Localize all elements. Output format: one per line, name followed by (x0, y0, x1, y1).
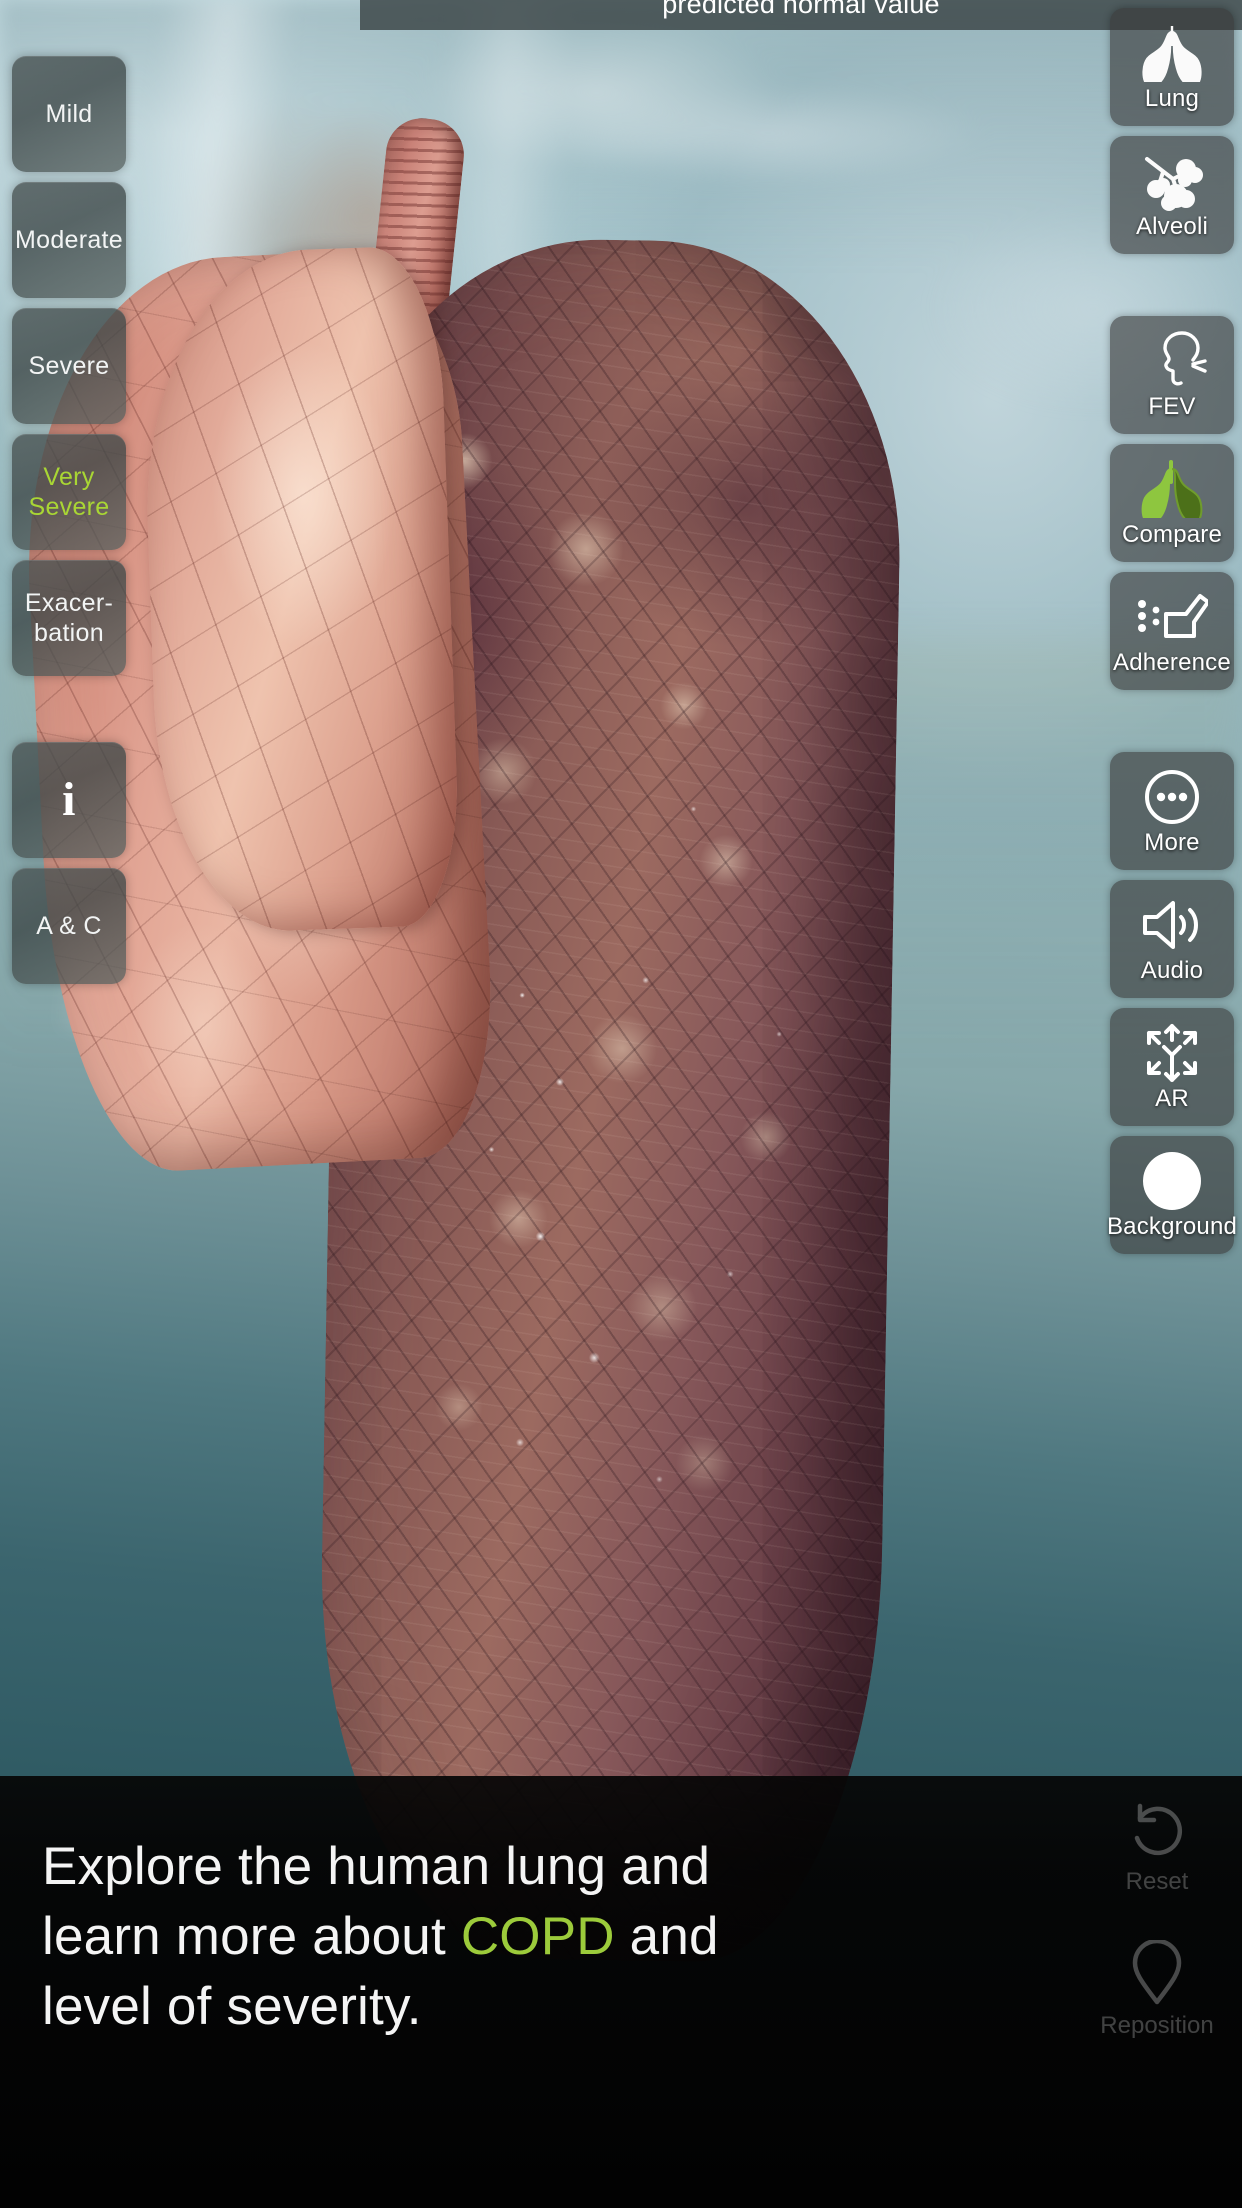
reposition-button[interactable]: Reposition (1100, 1940, 1214, 2039)
severity-button-exacerbation[interactable]: Exacer-bation (12, 560, 126, 676)
reposition-label: Reposition (1100, 2012, 1214, 2039)
tool-button-ar[interactable]: AR (1110, 1008, 1234, 1126)
head-exhale-icon (1137, 330, 1207, 392)
tool-label-background: Background (1106, 1213, 1238, 1240)
severity-label-mild: Mild (45, 100, 93, 128)
map-pin-icon (1130, 1940, 1184, 2006)
caption-highlight-copd: COPD (460, 1907, 615, 1966)
tool-label-more: More (1144, 829, 1200, 856)
tool-button-alveoli[interactable]: Alveoli (1110, 136, 1234, 254)
speaker-icon (1139, 894, 1205, 956)
tool-rail: Lung Alveoli FEV Compare Adherence More … (1106, 8, 1238, 1254)
inhaler-icon (1136, 586, 1208, 648)
tool-button-lung[interactable]: Lung (1110, 8, 1234, 126)
a-and-c-button[interactable]: A & C (12, 868, 126, 984)
severity-label-very-severe: Very Severe (28, 463, 110, 521)
severity-button-moderate[interactable]: Moderate (12, 182, 126, 298)
a-and-c-label: A & C (36, 912, 102, 940)
background-circle-icon (1143, 1150, 1201, 1212)
severity-button-severe[interactable]: Severe (12, 308, 126, 424)
undo-circle-icon (1126, 1800, 1188, 1862)
severity-label-severe: Severe (28, 352, 110, 380)
healthy-lung-upper-lobe (138, 244, 462, 936)
severity-rail: Mild Moderate Severe Very Severe Exacer-b… (12, 56, 126, 984)
tool-label-compare: Compare (1121, 521, 1223, 548)
alveoli-icon (1139, 150, 1205, 212)
ar-arrows-icon (1139, 1022, 1205, 1084)
tool-label-lung: Lung (1144, 85, 1200, 112)
tool-button-audio[interactable]: Audio (1110, 880, 1234, 998)
tool-label-audio: Audio (1140, 957, 1204, 984)
tool-label-fev: FEV (1148, 393, 1196, 420)
app-root: predicted normal value Mild Moderate Sev… (0, 0, 1242, 2208)
tool-label-ar: AR (1155, 1085, 1189, 1112)
compare-lungs-icon (1135, 458, 1209, 520)
severity-button-mild[interactable]: Mild (12, 56, 126, 172)
severity-label-moderate: Moderate (14, 226, 123, 254)
tool-label-adherence: Adherence (1113, 649, 1231, 676)
bottom-caption-bar: Explore the human lung and learn more ab… (0, 1776, 1242, 2208)
more-dots-icon (1142, 766, 1202, 828)
tool-button-background[interactable]: Background (1106, 1136, 1238, 1254)
tool-button-more[interactable]: More (1110, 752, 1234, 870)
bottom-action-group: Reset Reposition (1072, 1800, 1242, 2038)
caption-text: Explore the human lung and learn more ab… (42, 1832, 782, 2042)
lungs-icon (1135, 22, 1209, 84)
reset-label: Reset (1125, 1868, 1189, 1895)
tool-button-adherence[interactable]: Adherence (1110, 572, 1234, 690)
top-banner-text: predicted normal value (662, 0, 940, 19)
tool-button-compare[interactable]: Compare (1110, 444, 1234, 562)
tool-button-fev[interactable]: FEV (1110, 316, 1234, 434)
tool-label-alveoli: Alveoli (1135, 213, 1209, 240)
severity-button-very-severe[interactable]: Very Severe (12, 434, 126, 550)
reset-button[interactable]: Reset (1125, 1800, 1189, 1895)
info-button[interactable]: i (12, 742, 126, 858)
severity-label-exacerbation: Exacer-bation (24, 589, 114, 647)
info-icon: i (62, 773, 76, 826)
